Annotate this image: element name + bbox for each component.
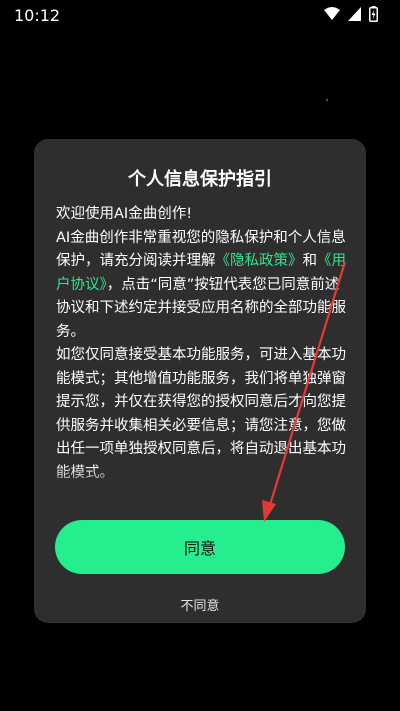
annotation-arrowhead: [262, 500, 276, 522]
annotation-arrow-line: [267, 261, 347, 509]
annotation-arrow: [262, 261, 347, 522]
